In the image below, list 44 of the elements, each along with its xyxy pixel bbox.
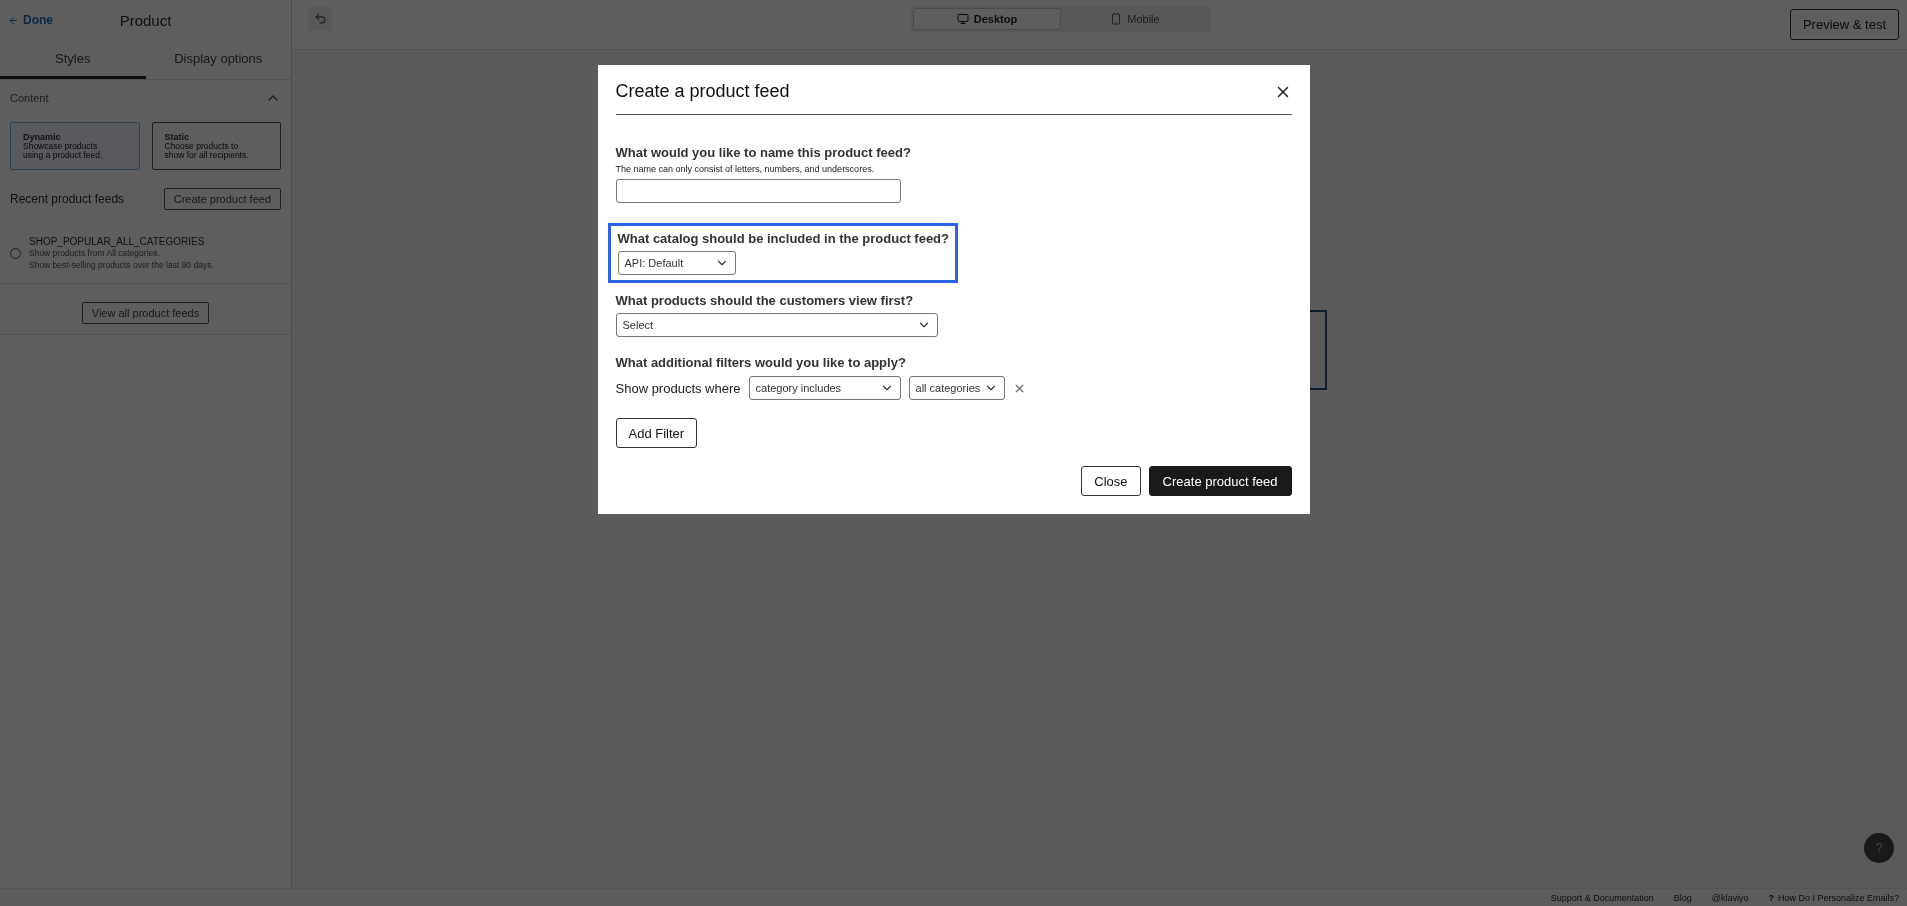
content-option-card[interactable]: Dynamic Showcase products using a product feed. xyxy=(10,122,140,170)
hint-text: The name can only consist of letters, numbers, and underscores. xyxy=(615,164,876,174)
option-description: Choose products to show for all recipients. xyxy=(164,142,250,160)
view-tab[interactable]: Mobile xyxy=(1060,7,1209,30)
catalog-select[interactable]: API: Default xyxy=(617,251,736,275)
view-tab[interactable]: Desktop xyxy=(912,7,1061,30)
feed-name-field[interactable] xyxy=(615,179,901,203)
modal-title: Create a product feed xyxy=(615,81,790,102)
add-filter-button[interactable]: Add Filter xyxy=(615,418,698,448)
option-description: Showcase products using a product feed. xyxy=(23,142,104,160)
option-title: Static xyxy=(164,132,190,142)
filter-prefix: Show products where xyxy=(615,380,741,396)
create-feed-button[interactable]: Create product feed xyxy=(163,188,281,210)
sidebar-title: Product xyxy=(119,11,172,29)
sort-select[interactable]: Select xyxy=(615,313,938,337)
question-label: What additional filters would you like to apply? xyxy=(615,355,907,370)
done-link[interactable]: Done xyxy=(8,13,53,27)
close-modal-button[interactable]: Close xyxy=(1081,466,1141,496)
monitor-icon xyxy=(956,12,969,25)
footer-link[interactable]: @klaviyo xyxy=(1711,892,1749,903)
back-arrow-icon xyxy=(8,14,19,26)
question-label: What would you like to name this product feed? xyxy=(615,145,912,160)
option-title: Dynamic xyxy=(23,132,61,142)
filter-field-select[interactable]: category includes xyxy=(748,376,901,400)
undo-icon xyxy=(313,12,327,25)
help-icon: ? xyxy=(1768,892,1774,903)
recent-feeds-title: Recent product feeds xyxy=(10,192,125,206)
preview-button[interactable]: Preview & test xyxy=(1789,9,1899,40)
question-label: What products should the customers view first? xyxy=(615,293,915,308)
help-button[interactable]: ? xyxy=(1864,833,1894,863)
question-label: What catalog should be included in the product feed? xyxy=(617,231,949,246)
sidebar-tab[interactable]: Display options xyxy=(145,40,291,79)
undo-button[interactable] xyxy=(308,6,332,31)
sidebar-tab[interactable]: Styles xyxy=(0,40,146,79)
content-option-card[interactable]: Static Choose products to show for all recipients. xyxy=(151,122,281,170)
phone-icon xyxy=(1110,12,1123,25)
footer-link[interactable]: Support & Documentation xyxy=(1550,892,1654,903)
feed-radio[interactable] xyxy=(10,248,21,259)
view-all-feeds-button[interactable]: View all product feeds xyxy=(81,302,210,324)
filter-value-select[interactable]: all categories xyxy=(908,376,1005,400)
footer-link[interactable]: Blog xyxy=(1673,892,1692,903)
feed-name: SHOP_POPULAR_ALL_CATEGORIES xyxy=(29,236,206,247)
create-feed-submit-button[interactable]: Create product feed xyxy=(1148,466,1292,496)
section-title: Content xyxy=(10,92,49,104)
